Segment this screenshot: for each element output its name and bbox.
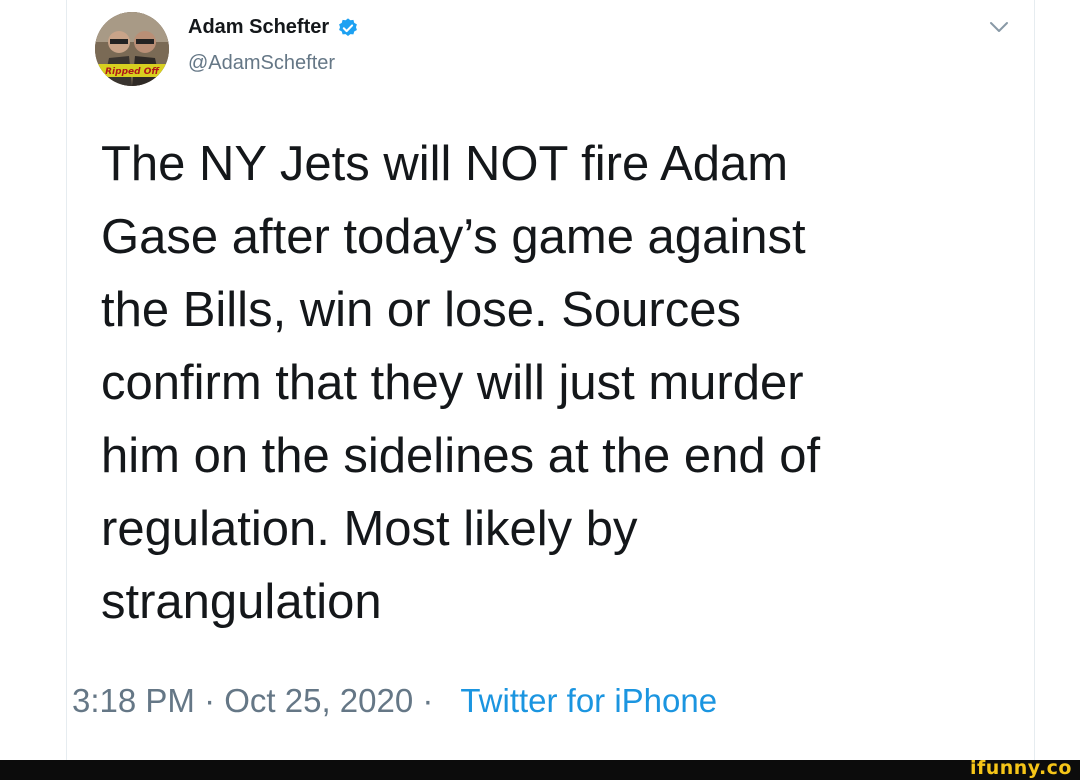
author-handle[interactable]: @AdamSchefter [188, 52, 335, 75]
meta-separator: · [204, 682, 216, 719]
card-border-left [66, 0, 67, 760]
tweet-source-link[interactable]: Twitter for iPhone [460, 682, 717, 719]
tweet-screenshot: Ripped Off Adam Schefter @AdamSchefter T… [0, 0, 1080, 780]
author-name[interactable]: Adam Schefter [188, 16, 359, 39]
tweet-text: The NY Jets will NOT fire Adam Gase afte… [101, 137, 821, 629]
avatar-image: Ripped Off [95, 12, 169, 86]
tweet-metadata: 3:18 PM · Oct 25, 2020 · Twitter for iPh… [72, 681, 717, 721]
svg-text:Ripped Off: Ripped Off [105, 67, 160, 77]
verified-badge-icon [339, 17, 358, 36]
tweet-date[interactable]: Oct 25, 2020 [224, 682, 413, 719]
footer-bar [0, 760, 1080, 780]
tweet-time[interactable]: 3:18 PM [72, 682, 195, 719]
author-name-text: Adam Schefter [188, 16, 330, 38]
card-border-right [1034, 0, 1035, 760]
chevron-down-icon[interactable] [984, 14, 1014, 40]
meta-separator: · [422, 682, 434, 719]
avatar[interactable]: Ripped Off [95, 12, 169, 86]
watermark-logo: ifunny.co [969, 757, 1072, 779]
